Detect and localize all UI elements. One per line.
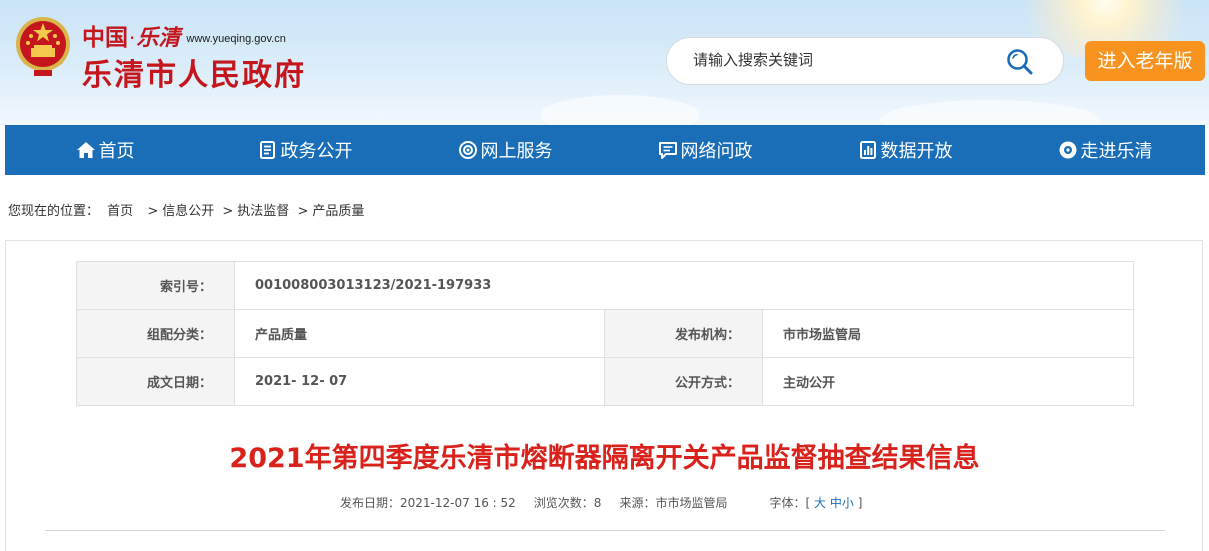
- logo-dot: ·: [129, 26, 136, 50]
- nav-item-online-service[interactable]: 网上服务: [405, 125, 605, 175]
- eye-icon: [1059, 141, 1076, 159]
- publisher-value: 市市场监管局: [761, 309, 1135, 358]
- article-meta: 发布日期：2021-12-07 16 : 52 浏览次数：8 来源：市市场监管局 字体…: [340, 494, 862, 511]
- nav-label: 网络问政: [680, 141, 753, 162]
- font-bracket-open: [: [805, 496, 811, 510]
- source-value: 市市场监管局: [655, 496, 728, 510]
- breadcrumb-home[interactable]: 首页: [107, 204, 133, 219]
- disclosure-mode-label: 公开方式：: [604, 357, 763, 406]
- search-box: [666, 37, 1064, 85]
- font-bracket-close: ]: [857, 496, 863, 510]
- info-row: 成文日期： 2021- 12- 07 公开方式： 主动公开: [76, 357, 1135, 406]
- site-name[interactable]: 乐清市人民政府: [82, 50, 306, 94]
- info-row: 索引号： 001008003013123/2021-197933: [76, 261, 1135, 310]
- cloud-decoration: [880, 100, 1100, 125]
- document-info-table: 索引号： 001008003013123/2021-197933 组配分类： 产…: [76, 261, 1135, 406]
- breadcrumb-separator: >: [297, 204, 309, 219]
- nav-label: 首页: [98, 141, 135, 162]
- logo-city-script: 乐清: [136, 25, 181, 51]
- nav-label: 网上服务: [480, 141, 553, 162]
- category-label: 组配分类：: [76, 309, 235, 358]
- chat-icon: [658, 142, 677, 159]
- publisher-label: 发布机构：: [604, 309, 763, 358]
- publish-date-label: 发布日期：: [340, 496, 401, 510]
- document-icon: [259, 141, 275, 159]
- index-value: 001008003013123/2021-197933: [233, 261, 1135, 310]
- breadcrumb-separator: >: [147, 204, 159, 219]
- font-size-large-button[interactable]: 大: [814, 496, 826, 510]
- logo-country: 中国: [82, 24, 128, 51]
- home-icon: [76, 142, 95, 158]
- nav-label: 政务公开: [280, 141, 353, 162]
- date-label: 成文日期：: [76, 357, 235, 406]
- logo-url: www.yueqing.gov.cn: [186, 33, 286, 45]
- breadcrumb: 您现在的位置： 首页 > 信息公开 > 执法监督 > 产品质量: [8, 200, 364, 219]
- service-icon: [458, 141, 477, 159]
- data-icon: [859, 141, 876, 159]
- breadcrumb-law-enforcement[interactable]: 执法监督: [237, 204, 289, 219]
- nav-item-home[interactable]: 首页: [5, 125, 205, 175]
- article-title: 2021年第四季度乐清市熔断器隔离开关产品监督抽查结果信息: [229, 443, 980, 474]
- breadcrumb-info-disclosure[interactable]: 信息公开: [162, 204, 214, 219]
- nav-label: 数据开放: [880, 141, 953, 162]
- nav-item-about-yueqing[interactable]: 走进乐清: [1005, 125, 1205, 175]
- views-label: 浏览次数：: [533, 496, 594, 510]
- font-size-small-button[interactable]: 小: [842, 496, 854, 510]
- header: 中国·乐清 www.yueqing.gov.cn 乐清市人民政府 进入老年版: [0, 0, 1209, 125]
- nav-item-online-inquiry[interactable]: 网络问政: [605, 125, 805, 175]
- disclosure-mode-value: 主动公开: [761, 357, 1135, 406]
- publish-date-value: 2021-12-07 16 : 52: [400, 496, 516, 510]
- date-value: 2021- 12- 07: [234, 357, 605, 406]
- divider: [45, 530, 1165, 531]
- elder-version-button[interactable]: 进入老年版: [1085, 41, 1205, 81]
- main-nav: 首页 政务公开 网上服务 网络问政 数据开放 走进乐清: [5, 125, 1205, 175]
- logo-top-line: 中国·乐清 www.yueqing.gov.cn: [82, 18, 286, 51]
- national-emblem-icon: [16, 17, 70, 76]
- index-label: 索引号：: [76, 261, 235, 310]
- search-input[interactable]: [691, 50, 995, 70]
- breadcrumb-product-quality[interactable]: 产品质量: [312, 204, 364, 219]
- info-row: 组配分类： 产品质量 发布机构： 市市场监管局: [76, 309, 1135, 358]
- nav-item-open-data[interactable]: 数据开放: [805, 125, 1005, 175]
- category-value: 产品质量: [234, 309, 605, 358]
- breadcrumb-prefix: 您现在的位置：: [8, 204, 100, 219]
- source-label: 来源：: [619, 496, 656, 510]
- cloud-decoration: [540, 95, 700, 125]
- font-size-medium-button[interactable]: 中: [830, 496, 842, 510]
- nav-item-gov-affairs[interactable]: 政务公开: [205, 125, 405, 175]
- views-count: 8: [593, 496, 602, 510]
- breadcrumb-separator: >: [222, 204, 234, 219]
- font-size-label: 字体：: [769, 496, 806, 510]
- search-icon[interactable]: [1005, 47, 1035, 77]
- nav-label: 走进乐清: [1080, 141, 1153, 162]
